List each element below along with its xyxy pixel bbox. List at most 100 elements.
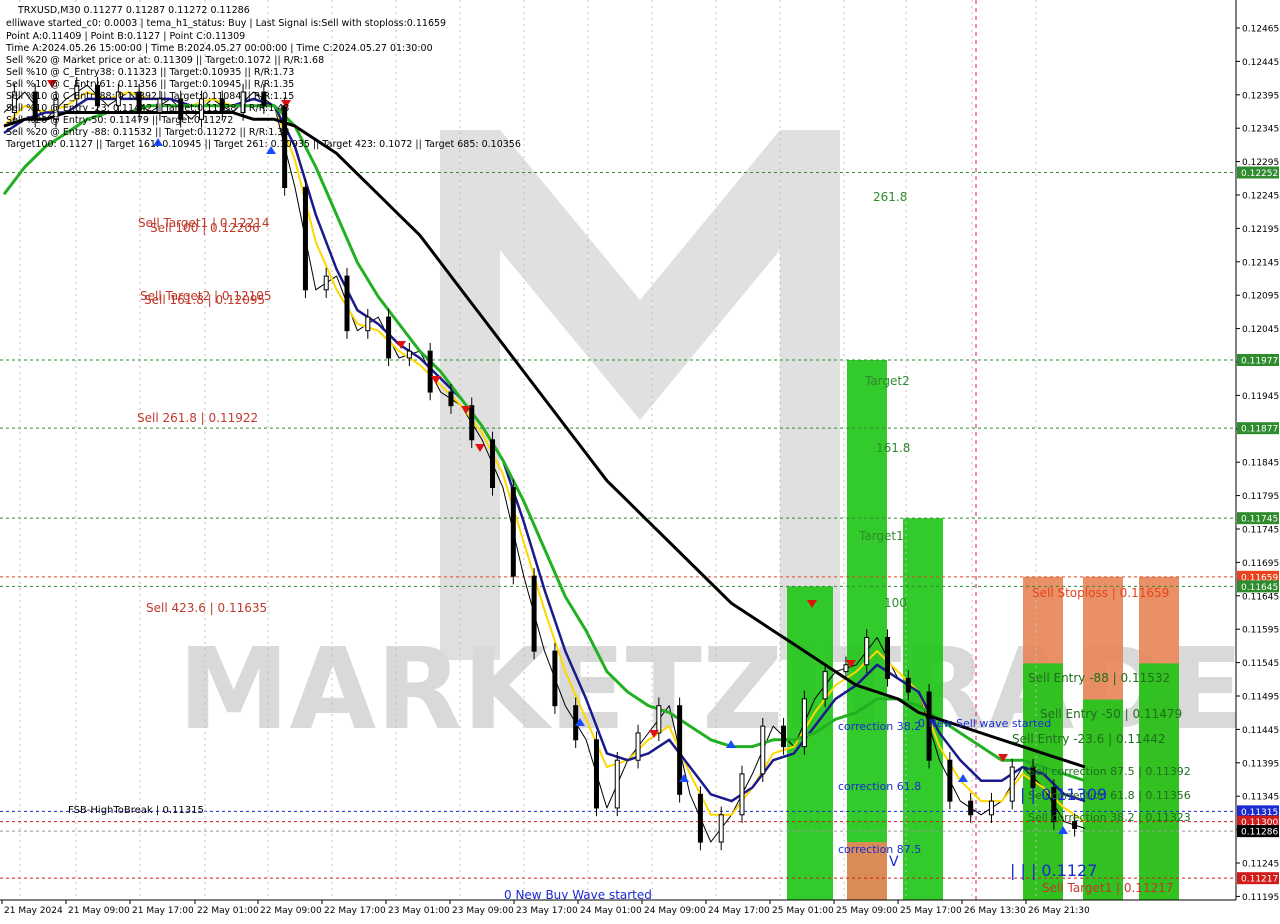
- time-tick-label: 22 May 01:00: [197, 906, 259, 916]
- info-line: Sell %20 @ Entry -88: 0.11532 || Target:…: [6, 127, 289, 138]
- annotation: Target2: [864, 374, 910, 388]
- candle-body: [697, 793, 703, 843]
- time-tick-label: 23 May 09:00: [452, 906, 514, 916]
- price-tag-label: 0.12252: [1241, 169, 1278, 179]
- info-line: elliwave started_c0: 0.0003 | tema_h1_st…: [6, 18, 446, 29]
- price-tick-label: 0.12245: [1242, 192, 1279, 202]
- price-tick-label: 0.12345: [1242, 125, 1279, 135]
- candle-body: [406, 350, 412, 359]
- info-line: Sell %10 @ Entry -23: 0.11442 || Target:…: [6, 103, 289, 114]
- info-line: Time A:2024.05.26 15:00:00 | Time B:2024…: [5, 43, 433, 54]
- price-tag-label: 0.11286: [1241, 828, 1278, 838]
- time-tick-label: 21 May 17:00: [132, 906, 194, 916]
- candle-body: [510, 487, 516, 577]
- candle-body: [386, 316, 392, 359]
- target-bar: [787, 586, 833, 900]
- info-line: Sell %10 @ C_Entry61: 0.11356 || Target:…: [6, 79, 294, 90]
- annotation: Sell Stoploss | 0.11659: [1032, 586, 1169, 600]
- price-tick-label: 0.11945: [1242, 392, 1279, 402]
- time-tick-label: 24 May 01:00: [580, 906, 642, 916]
- info-line: Target100: 0.1127 || Target 161: 0.10945…: [5, 139, 521, 150]
- time-tick-label: 25 May 01:00: [772, 906, 834, 916]
- candle-body: [760, 725, 766, 775]
- candle-body: [781, 725, 787, 748]
- time-tick-label: 23 May 17:00: [516, 906, 578, 916]
- price-tick-label: 0.11545: [1242, 659, 1279, 669]
- candle-body: [552, 650, 558, 707]
- annotation: Sell 161.8 | 0.12095: [144, 293, 265, 307]
- time-tick-label: 22 May 09:00: [260, 906, 322, 916]
- candle-body: [635, 732, 641, 761]
- candle-body: [843, 664, 849, 673]
- price-tag-label: 0.11745: [1241, 515, 1278, 525]
- annotation: | | 0.11309: [1020, 785, 1107, 804]
- annotation: FSB-HighToBreak | 0.11315: [68, 805, 204, 816]
- annotation: 100: [884, 596, 907, 610]
- candle-body: [905, 677, 911, 693]
- price-chart[interactable]: MARKETZITRADE Sell Target1 | 0.12214 Sel…: [0, 0, 1280, 920]
- price-tag-label: 0.11217: [1241, 875, 1278, 885]
- candle-body: [427, 350, 433, 393]
- time-tick-label: 21 May 09:00: [68, 906, 130, 916]
- time-tick-label: 21 May 2024: [4, 906, 63, 916]
- price-tick-label: 0.12395: [1242, 91, 1279, 101]
- price-tag-label: 0.11877: [1241, 425, 1278, 435]
- candle-body: [531, 575, 537, 652]
- annotation: Target1: [858, 529, 904, 543]
- candle-body: [365, 316, 371, 332]
- price-tick-label: 0.11495: [1242, 693, 1279, 703]
- info-line: Sell %20 @ Entry-50: 0.11479 || Target:0…: [6, 115, 233, 126]
- time-tick-label: 24 May 17:00: [708, 906, 770, 916]
- annotation: Sell Entry -23.6 | 0.11442: [1012, 732, 1166, 746]
- annotation: correction 38.2: [838, 720, 921, 733]
- info-line: Sell %10 @ C_Entry88: 0.11392 || Target:…: [6, 91, 294, 102]
- candle-body: [739, 773, 745, 816]
- candle-body: [947, 759, 953, 802]
- price-tick-label: 0.11445: [1242, 726, 1279, 736]
- price-tick-label: 0.12095: [1242, 292, 1279, 302]
- time-tick-label: 24 May 09:00: [644, 906, 706, 916]
- annotation: correction 87.5: [838, 843, 921, 856]
- annotation: V: [889, 854, 899, 870]
- time-tick-label: 25 May 09:00: [836, 906, 898, 916]
- time-tick-label: 23 May 01:00: [388, 906, 450, 916]
- candle-body: [968, 800, 974, 816]
- annotation: 161.8: [876, 441, 910, 455]
- price-tick-label: 0.12145: [1242, 258, 1279, 268]
- annotation: 0 New Sell wave started: [918, 717, 1051, 730]
- price-tick-label: 0.11345: [1242, 793, 1279, 803]
- candle-body: [448, 391, 454, 407]
- price-tick-label: 0.12045: [1242, 325, 1279, 335]
- price-tick-label: 0.11845: [1242, 459, 1279, 469]
- price-axis: 0.124650.124450.123950.123450.122950.122…: [1235, 0, 1280, 903]
- candle-body: [593, 739, 599, 809]
- candle-body: [323, 275, 329, 291]
- annotation: Sell Entry -50 | 0.11479: [1040, 707, 1182, 721]
- time-tick-label: 26 May 21:30: [1028, 906, 1090, 916]
- candle-body: [718, 814, 724, 843]
- candle-body: [302, 187, 308, 291]
- candle-body: [614, 759, 620, 809]
- info-line: TRXUSD,M30 0.11277 0.11287 0.11272 0.112…: [17, 5, 250, 16]
- time-tick-label: 22 May 17:00: [324, 906, 386, 916]
- candle-body: [988, 800, 994, 816]
- price-tick-label: 0.11745: [1242, 526, 1279, 536]
- info-line: Sell %20 @ Market price or at: 0.11309 |…: [6, 55, 324, 66]
- target-bar: [1139, 663, 1179, 900]
- candle-body: [822, 671, 828, 700]
- price-tick-label: 0.12465: [1242, 25, 1279, 35]
- annotation: Sell correction 87.5 | 0.11392: [1028, 765, 1191, 778]
- price-tag-label: 0.11977: [1241, 357, 1278, 367]
- annotation: correction 61.8: [838, 780, 921, 793]
- price-tick-label: 0.11795: [1242, 492, 1279, 502]
- annotation: Sell 261.8 | 0.11922: [137, 411, 258, 425]
- candle-body: [1009, 766, 1015, 802]
- annotation: Sell 423.6 | 0.11635: [146, 601, 267, 615]
- time-tick-label: 26 May 13:30: [964, 906, 1026, 916]
- price-tag-label: 0.11645: [1241, 583, 1278, 593]
- annotation: Sell correction 38.2 | 0.11323: [1028, 811, 1191, 824]
- price-tick-label: 0.11395: [1242, 759, 1279, 769]
- info-line: Sell %10 @ C_Entry38: 0.11323 || Target:…: [6, 67, 294, 78]
- price-tick-label: 0.11695: [1242, 559, 1279, 569]
- annotation: Sell Target1 | 0.11217: [1042, 881, 1174, 895]
